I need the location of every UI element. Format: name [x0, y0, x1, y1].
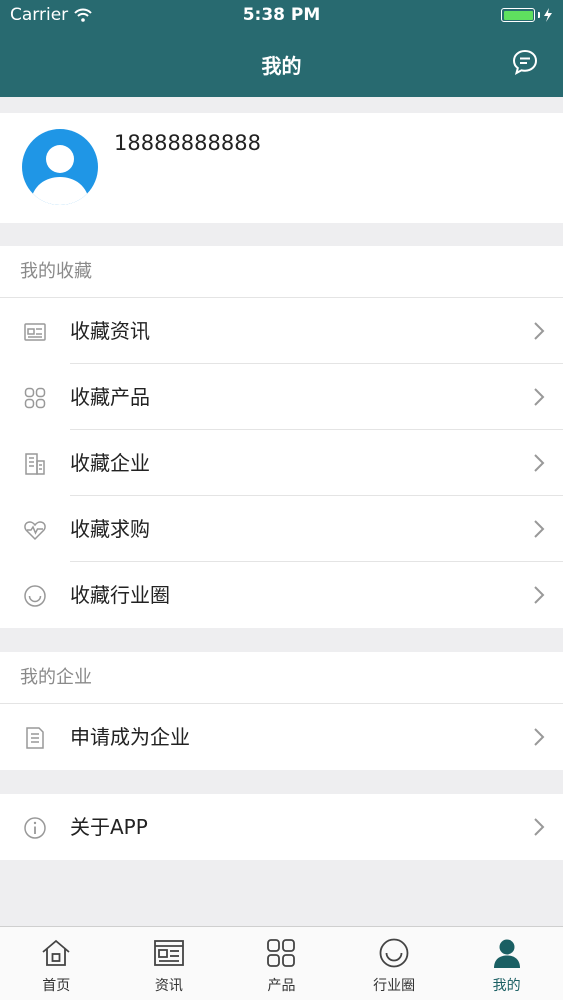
charging-bolt-icon	[544, 8, 552, 22]
about-section: 关于APP	[0, 794, 563, 860]
tab-label: 我的	[492, 978, 521, 994]
row-label: 申请成为企业	[70, 725, 190, 749]
home-icon	[42, 939, 70, 966]
tab-bar: 首页 资讯 产品 行业圈 我的	[0, 926, 563, 1000]
row-favorite-requests[interactable]: 收藏求购	[0, 496, 563, 562]
chevron-right-icon	[534, 520, 545, 538]
status-bar: Carrier 5:38 PM	[0, 0, 563, 32]
header: Carrier 5:38 PM 我的	[0, 0, 563, 97]
person-icon	[493, 939, 520, 968]
chevron-right-icon	[534, 454, 545, 472]
row-label: 收藏资讯	[70, 319, 150, 343]
document-icon	[26, 727, 44, 749]
page-title: 我的	[261, 54, 302, 78]
grid-icon	[24, 387, 46, 409]
row-label: 收藏产品	[70, 385, 150, 409]
chevron-right-icon	[534, 388, 545, 406]
chevron-right-icon	[534, 728, 545, 746]
tab-label: 资讯	[154, 978, 183, 994]
news-icon	[153, 940, 184, 966]
info-icon	[24, 817, 46, 839]
status-time: 5:38 PM	[242, 5, 321, 25]
grid-icon	[267, 939, 296, 967]
message-icon[interactable]	[511, 48, 539, 76]
row-about-app[interactable]: 关于APP	[0, 794, 563, 860]
battery-icon	[501, 8, 553, 22]
chevron-right-icon	[534, 818, 545, 836]
avatar-person-icon	[30, 145, 90, 205]
tab-circles[interactable]: 行业圈	[338, 927, 451, 1000]
row-label: 收藏企业	[70, 451, 150, 475]
tab-mine[interactable]: 我的	[450, 927, 563, 1000]
building-icon	[25, 453, 45, 475]
row-label: 关于APP	[70, 815, 148, 839]
chevron-right-icon	[534, 322, 545, 340]
favorites-section: 我的收藏 收藏资讯 收藏产品 收藏企业 收藏求购 收藏行业圈	[0, 246, 563, 628]
tab-label: 行业圈	[373, 978, 416, 994]
tab-news[interactable]: 资讯	[113, 927, 226, 1000]
row-favorite-news[interactable]: 收藏资讯	[0, 298, 563, 364]
tab-label: 产品	[267, 978, 296, 994]
row-label: 收藏行业圈	[70, 583, 170, 607]
news-icon	[24, 323, 46, 341]
profile-card[interactable]: 18888888888	[0, 113, 563, 223]
avatar[interactable]	[22, 129, 98, 205]
phone-number: 18888888888	[114, 131, 261, 155]
row-apply-company[interactable]: 申请成为企业	[0, 704, 563, 770]
row-favorite-products[interactable]: 收藏产品	[0, 364, 563, 430]
row-favorite-circles[interactable]: 收藏行业圈	[0, 562, 563, 628]
circle-smile-icon	[379, 938, 409, 968]
row-favorite-companies[interactable]: 收藏企业	[0, 430, 563, 496]
heartbeat-icon	[24, 521, 46, 541]
tab-products[interactable]: 产品	[225, 927, 338, 1000]
tab-label: 首页	[42, 978, 71, 994]
tab-home[interactable]: 首页	[0, 927, 113, 1000]
company-section: 我的企业 申请成为企业	[0, 652, 563, 770]
row-label: 收藏求购	[70, 517, 150, 541]
circle-smile-icon	[24, 585, 46, 607]
chevron-right-icon	[534, 586, 545, 604]
company-title: 我的企业	[0, 652, 563, 704]
favorites-title: 我的收藏	[0, 246, 563, 298]
